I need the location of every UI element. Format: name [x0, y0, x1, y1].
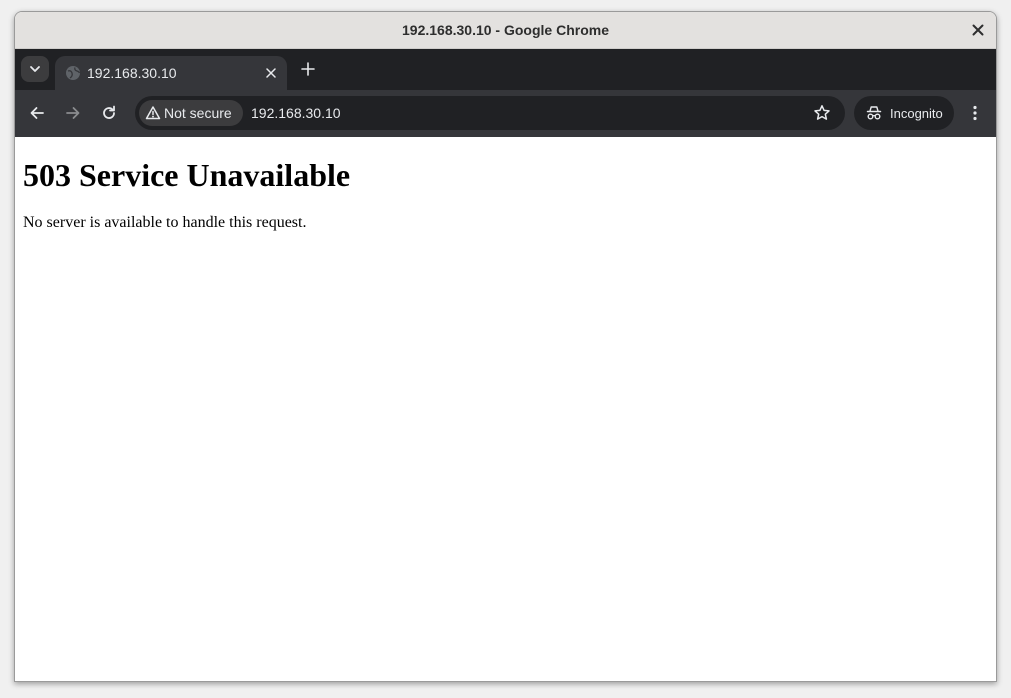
back-button[interactable]	[27, 103, 47, 123]
page-message: No server is available to handle this re…	[23, 214, 307, 232]
tab-active[interactable]: 192.168.30.10	[55, 56, 287, 90]
address-bar[interactable]: Not secure 192.168.30.10	[135, 96, 845, 130]
bookmark-button[interactable]	[813, 104, 831, 122]
close-icon	[266, 68, 276, 78]
close-icon	[972, 24, 984, 36]
incognito-icon	[866, 106, 882, 120]
window-title: 192.168.30.10 - Google Chrome	[402, 22, 609, 38]
chevron-down-icon	[30, 66, 40, 72]
page-heading: 503 Service Unavailable	[23, 157, 351, 193]
browser-window: 192.168.30.10 - Google Chrome 192.168.30…	[14, 11, 997, 682]
forward-button[interactable]	[63, 103, 83, 123]
plus-icon	[301, 62, 315, 76]
security-chip-label: Not secure	[164, 105, 232, 121]
reload-button[interactable]	[99, 103, 119, 123]
star-icon	[814, 105, 830, 120]
tab-close-button[interactable]	[263, 65, 279, 81]
title-bar: 192.168.30.10 - Google Chrome	[15, 12, 996, 49]
forward-arrow-icon	[66, 107, 80, 119]
tab-search-button[interactable]	[21, 56, 49, 82]
incognito-label: Incognito	[890, 106, 943, 121]
url-text[interactable]: 192.168.30.10	[251, 105, 341, 121]
toolbar: Not secure 192.168.30.10 Incognito	[15, 90, 996, 137]
warning-triangle-icon	[145, 106, 161, 120]
tab-strip: 192.168.30.10	[15, 49, 996, 90]
menu-button[interactable]	[967, 103, 983, 123]
incognito-button[interactable]: Incognito	[854, 96, 954, 130]
tab-title: 192.168.30.10	[87, 65, 177, 81]
security-chip[interactable]: Not secure	[139, 100, 243, 126]
kebab-menu-icon	[973, 105, 977, 121]
reload-icon	[103, 105, 115, 119]
globe-icon	[66, 66, 81, 80]
window-close-button[interactable]	[970, 22, 986, 38]
back-arrow-icon	[30, 107, 44, 119]
new-tab-button[interactable]	[298, 59, 318, 79]
page-content: 503 Service Unavailable No server is ava…	[15, 137, 996, 681]
